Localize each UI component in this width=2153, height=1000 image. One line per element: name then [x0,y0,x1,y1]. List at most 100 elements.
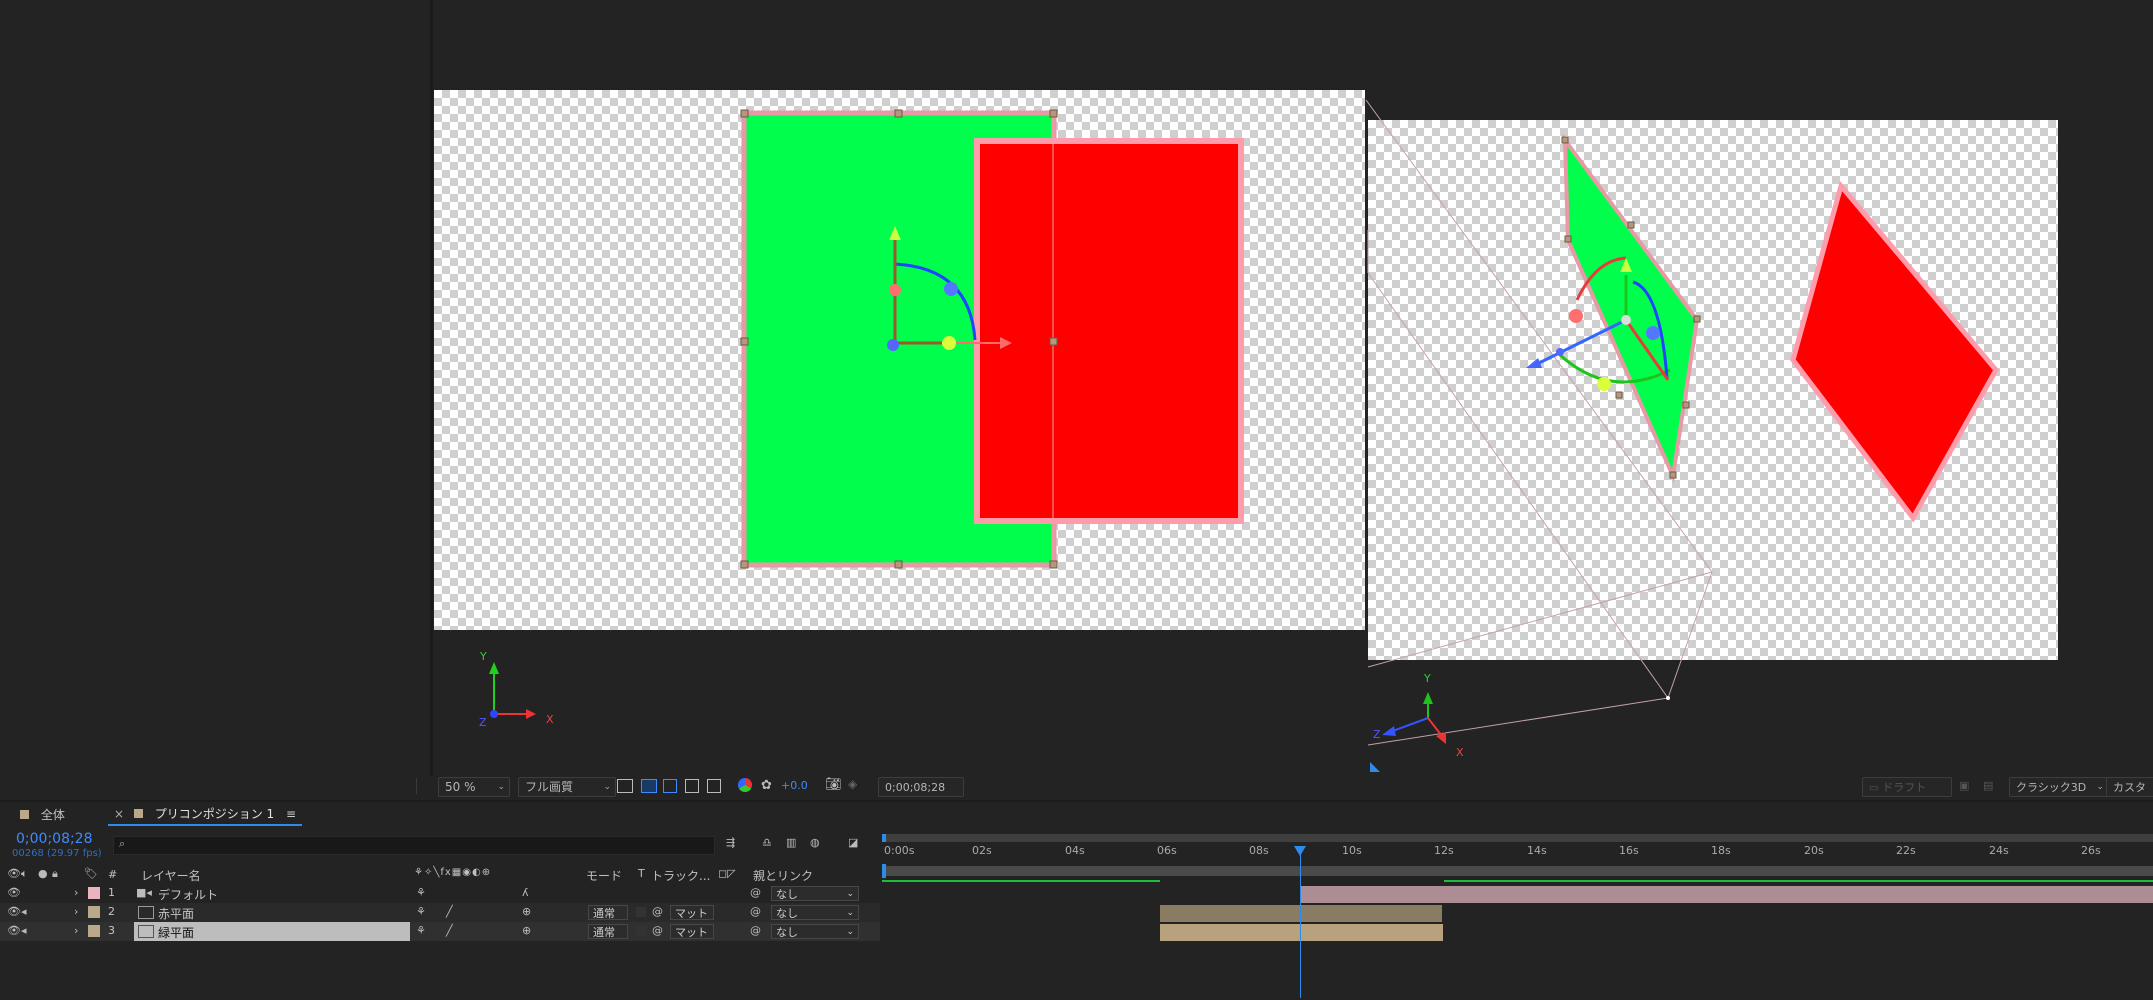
layer-bar-3[interactable] [1160,924,1443,941]
layer-name[interactable]: 緑平面 [158,924,194,941]
ground-plane-icon[interactable]: ▤ [1983,779,1993,792]
column-num[interactable]: # [108,868,117,881]
shy-switch-icon[interactable]: ⚘ [416,905,426,918]
column-layer-name[interactable]: レイヤー名 [141,867,201,884]
column-parent[interactable]: 親とリンク [753,867,813,884]
camera-icon[interactable]: 📷︎ [825,777,842,792]
track-matte-select[interactable]: マット [670,905,714,920]
menu-icon[interactable]: ≡ [286,807,296,821]
expand-chevron-icon[interactable]: › [74,924,78,937]
zoom-select[interactable]: 50 % ⌄ [438,777,510,797]
layer-row-1[interactable]: 👁︎ › 1 ■◂ デフォルト ⚘ ʎ @ なし ⌄ [0,884,880,903]
current-time[interactable]: 0;00;08;28 [16,831,93,847]
comp-flow-icon[interactable]: ⇶ [726,836,735,849]
zoom-value: 50 % [445,780,476,794]
mode-select[interactable]: 通常 [588,905,628,920]
view-select[interactable]: カスタム [2106,777,2153,797]
draft3d-button[interactable]: ▭ ドラフト 3D [1862,777,1952,814]
cache-bar [882,880,1160,882]
parent-select[interactable]: なし ⌄ [771,886,859,901]
expand-chevron-icon[interactable]: › [74,886,78,899]
parent-select[interactable]: なし ⌄ [771,924,859,939]
column-mode[interactable]: モード [586,867,622,884]
layer-label-color[interactable] [88,906,100,918]
layer-search-field[interactable]: ⌕ [113,836,715,855]
layer-name[interactable]: デフォルト [158,886,218,903]
snapshot-icon[interactable]: ◈ [848,777,857,791]
quality-switch-icon[interactable]: ╱ [446,924,453,937]
expand-chevron-icon[interactable]: › [74,905,78,918]
safe-area-icon[interactable] [685,779,699,793]
track-matte-select[interactable]: マット [670,924,714,939]
timecode-display[interactable]: 0;00;08;28 [878,777,964,797]
shy-switch-icon[interactable]: ⚘ [416,886,426,899]
layer-label-color[interactable] [88,925,100,937]
layer-label-color[interactable] [88,887,100,899]
work-area-start[interactable] [882,864,886,878]
switches-header: ⚘✧╲fx▦◉◐⊕ [414,867,492,878]
layer-search-input[interactable] [134,837,708,854]
ruler-label-24: 24s [1989,844,2009,857]
lock-icon: 🔒︎ [52,867,58,880]
motion-blur-icon[interactable]: ◍ [810,836,820,849]
audio-switch-icon[interactable]: ◂ [21,924,27,937]
navigator-start-handle[interactable] [882,834,886,842]
graph-editor-icon[interactable]: ◪ [848,836,858,849]
three-d-switch-icon[interactable]: ⊕ [522,905,531,918]
tab-comp-all[interactable]: 全体 [20,806,65,824]
audio-switch-icon[interactable]: ◂ [21,905,27,918]
timecode-text: 0;00;08;28 [885,781,946,794]
color-channels-icon[interactable] [738,778,752,792]
time-ruler[interactable]: 0:00s 02s 04s 06s 08s 10s 12s 14s 16s 18… [882,844,2153,862]
shy-switch-icon[interactable]: ⚘ [416,924,426,937]
layer-name[interactable]: 赤平面 [158,905,194,922]
time-navigator[interactable] [882,834,2153,842]
close-icon[interactable]: × [114,807,124,821]
parent-pickwhip-icon[interactable]: @ [750,886,761,899]
parent-pickwhip-icon[interactable]: @ [750,905,761,918]
roi-icon[interactable] [617,779,633,793]
column-track-matte[interactable]: トラック... [651,867,710,884]
tab-precomp-label: プリコンポジション 1 [154,807,275,821]
matte-link-icon[interactable]: @ [652,924,663,937]
layer-bar-1[interactable] [1300,886,2153,903]
mode-select[interactable]: 通常 [588,924,628,939]
tab-precomp[interactable]: × プリコンポジション 1 ≡ [108,805,303,826]
layer-number: 1 [108,886,115,899]
renderer-select[interactable]: クラシック3D ⌄ [2009,777,2109,797]
color-management-icon[interactable]: ✿ [761,778,772,793]
parent-value: なし [776,888,798,901]
column-t[interactable]: T [638,867,645,880]
layer-bar-2[interactable] [1160,905,1442,922]
exposure-value[interactable]: +0.0 [781,779,808,792]
preserve-transparency-icon[interactable] [636,907,646,917]
visibility-icon[interactable]: 👁︎ [7,886,21,899]
preserve-transparency-icon[interactable] [636,926,646,936]
layer-number: 2 [108,905,115,918]
ruler-label-26: 26s [2081,844,2101,857]
quality-switch-icon[interactable]: ╱ [446,905,453,918]
audio-icon: 🔈︎ [21,867,28,880]
resolution-select[interactable]: フル画質 ⌄ [518,777,616,797]
matte-link-icon[interactable]: @ [652,905,663,918]
work-area-bar[interactable] [882,866,2153,876]
parent-select[interactable]: なし ⌄ [771,905,859,920]
layer-row-3[interactable]: 👁︎ ◂ › 3 緑平面 ⚘ ╱ ⊕ 通常 @ マット @ なし ⌄ [0,922,880,941]
parent-pickwhip-icon[interactable]: @ [750,924,761,937]
ruler-label-6: 06s [1157,844,1177,857]
time-graph[interactable]: 0:00s 02s 04s 06s 08s 10s 12s 14s 16s 18… [882,834,2153,998]
shy-icon[interactable]: ♎ [762,836,772,849]
channel-icon[interactable] [707,779,721,793]
tab-comp-all-label: 全体 [40,808,65,822]
transparency-grid-icon[interactable] [641,779,657,793]
chevron-down-icon: ⌄ [846,908,854,918]
frame-blend-icon[interactable]: ▥ [786,836,796,849]
label-icon: 🏷︎ [84,867,98,880]
three-d-switch-icon[interactable]: ʎ [522,886,529,899]
layer-row-2[interactable]: 👁︎ ◂ › 2 赤平面 ⚘ ╱ ⊕ 通常 @ マット @ なし ⌄ [0,903,880,922]
three-d-switch-icon[interactable]: ⊕ [522,924,531,937]
visibility-icon[interactable]: 👁︎ [7,905,21,918]
extended-viewer-icon[interactable]: ▣ [1959,779,1969,792]
visibility-icon[interactable]: 👁︎ [7,924,21,937]
mask-path-icon[interactable] [663,779,677,793]
